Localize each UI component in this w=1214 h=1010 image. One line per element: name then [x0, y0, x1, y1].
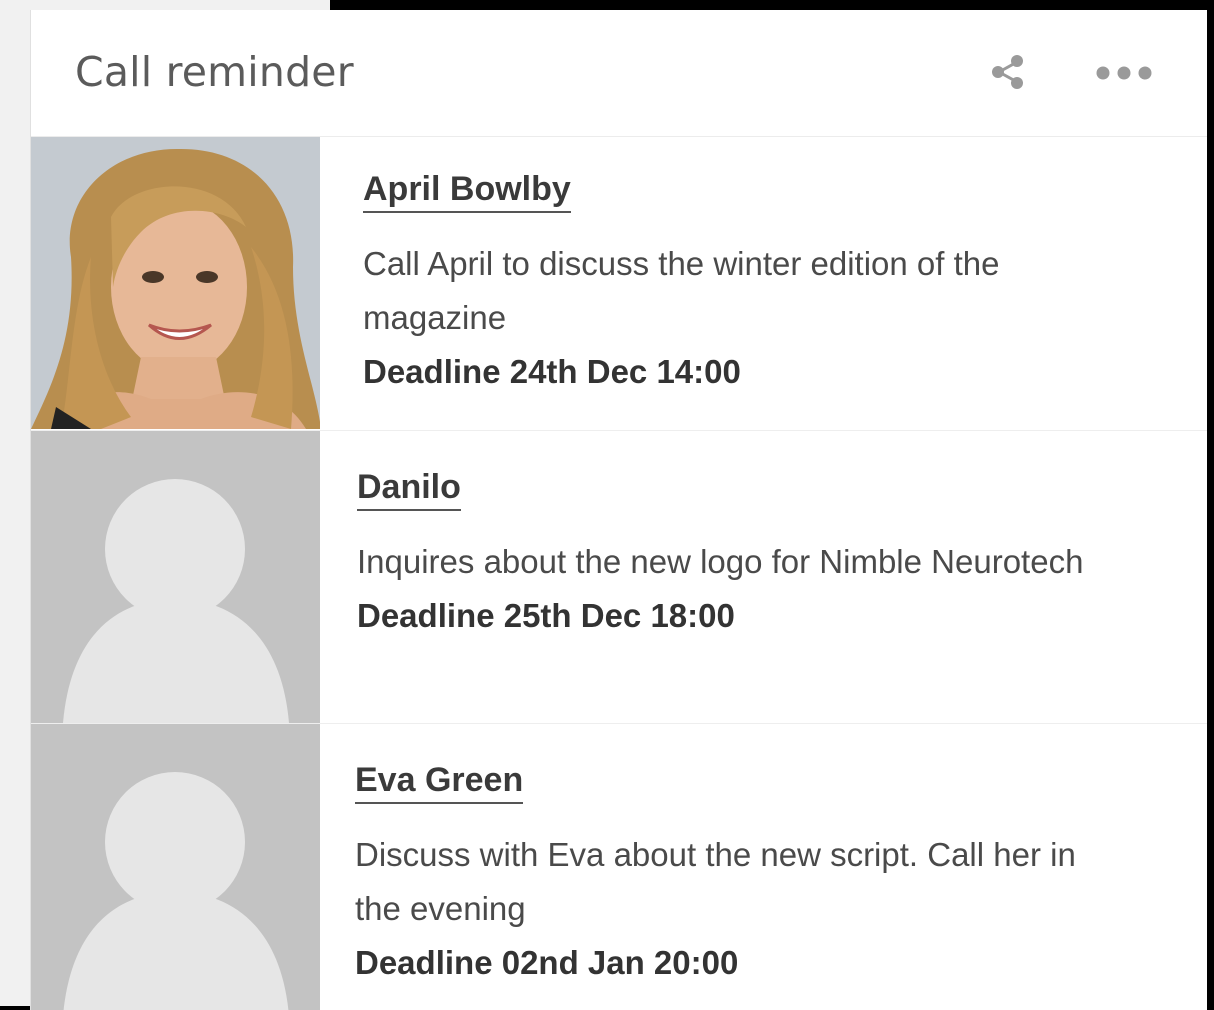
avatar — [31, 137, 320, 429]
reminder-item: April Bowlby Call April to discuss the w… — [31, 137, 1207, 429]
more-options-button[interactable] — [1091, 58, 1157, 88]
reminder-content: April Bowlby Call April to discuss the w… — [363, 169, 1187, 399]
contact-name-link[interactable]: Danilo — [357, 467, 461, 511]
placeholder-person-icon — [31, 724, 320, 1010]
contact-name-link[interactable]: Eva Green — [355, 760, 524, 804]
reminder-content: Eva Green Discuss with Eva about the new… — [355, 760, 1187, 990]
reminder-item: Danilo Inquires about the new logo for N… — [31, 430, 1207, 723]
reminder-description: Inquires about the new logo for Nimble N… — [357, 543, 1084, 580]
share-button[interactable] — [987, 50, 1031, 94]
share-icon — [992, 55, 1023, 89]
avatar-photo — [31, 137, 320, 429]
reminder-description: Discuss with Eva about the new script. C… — [355, 836, 1076, 927]
avatar — [31, 724, 320, 1010]
more-horizontal-icon — [1096, 66, 1152, 80]
reminder-content: Danilo Inquires about the new logo for N… — [357, 467, 1187, 643]
contact-name-link[interactable]: April Bowlby — [363, 169, 571, 213]
reminder-description: Call April to discuss the winter edition… — [363, 245, 1000, 336]
widget-header: Call reminder — [31, 10, 1207, 137]
reminder-deadline: Deadline 24th Dec 14:00 — [363, 353, 741, 390]
widget-title: Call reminder — [75, 48, 354, 96]
placeholder-person-icon — [31, 431, 320, 723]
avatar — [31, 431, 320, 723]
reminder-item: Eva Green Discuss with Eva about the new… — [31, 723, 1207, 1010]
reminder-deadline: Deadline 25th Dec 18:00 — [357, 597, 735, 634]
reminder-deadline: Deadline 02nd Jan 20:00 — [355, 944, 739, 981]
call-reminder-widget: Call reminder April Bowlby Call April to… — [30, 10, 1207, 1010]
